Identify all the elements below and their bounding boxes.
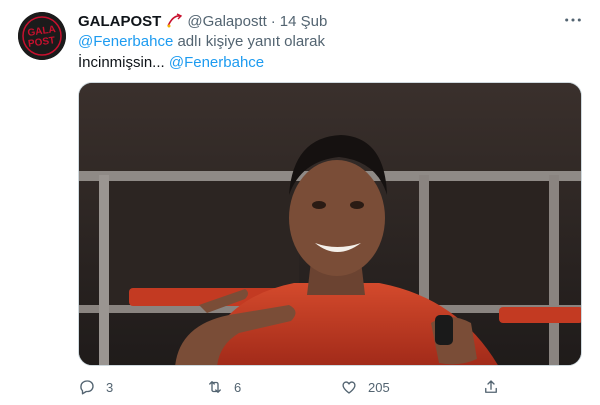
tweet-date[interactable]: 14 Şub <box>280 13 328 30</box>
tweet-actions: 3 6 205 <box>78 375 582 399</box>
like-count: 205 <box>368 379 390 395</box>
tweet-media[interactable] <box>78 82 582 366</box>
retweet-icon <box>209 381 221 393</box>
tweet-text: İncinmişsin... @Fenerbahce <box>78 54 264 71</box>
user-handle[interactable]: @Galapostt <box>187 13 266 30</box>
tweet-header: GALAPOST @Galapostt · 14 Şub <box>78 11 327 31</box>
tweet[interactable]: GALA POST GALAPOST @Galapostt · 14 Şub @… <box>0 0 600 405</box>
reply-context-text: adlı kişiye yanıt olarak <box>173 33 326 50</box>
reply-count: 3 <box>106 379 114 395</box>
retweet-button[interactable]: 6 <box>206 375 241 399</box>
reply-context: @Fenerbahce adlı kişiye yanıt olarak <box>78 33 325 50</box>
share-button[interactable] <box>482 375 500 399</box>
body-mention-link[interactable]: @Fenerbahce <box>169 54 264 71</box>
share-icon <box>485 380 497 393</box>
galapost-logo: GALA POST <box>18 12 66 60</box>
tweet-body-text: İncinmişsin... <box>78 54 169 71</box>
display-name[interactable]: GALAPOST <box>78 13 161 30</box>
reply-icon <box>80 380 94 395</box>
media-video-frame <box>79 83 581 365</box>
reply-mention-link[interactable]: @Fenerbahce <box>78 33 173 50</box>
avatar[interactable]: GALA POST <box>18 12 66 60</box>
separator-dot: · <box>270 12 276 30</box>
badge-icon <box>165 13 183 29</box>
retweet-count: 6 <box>234 379 242 395</box>
like-icon <box>342 381 356 394</box>
more-icon[interactable] <box>562 10 584 30</box>
reply-button[interactable]: 3 <box>78 375 113 399</box>
like-button[interactable]: 205 <box>340 375 390 399</box>
